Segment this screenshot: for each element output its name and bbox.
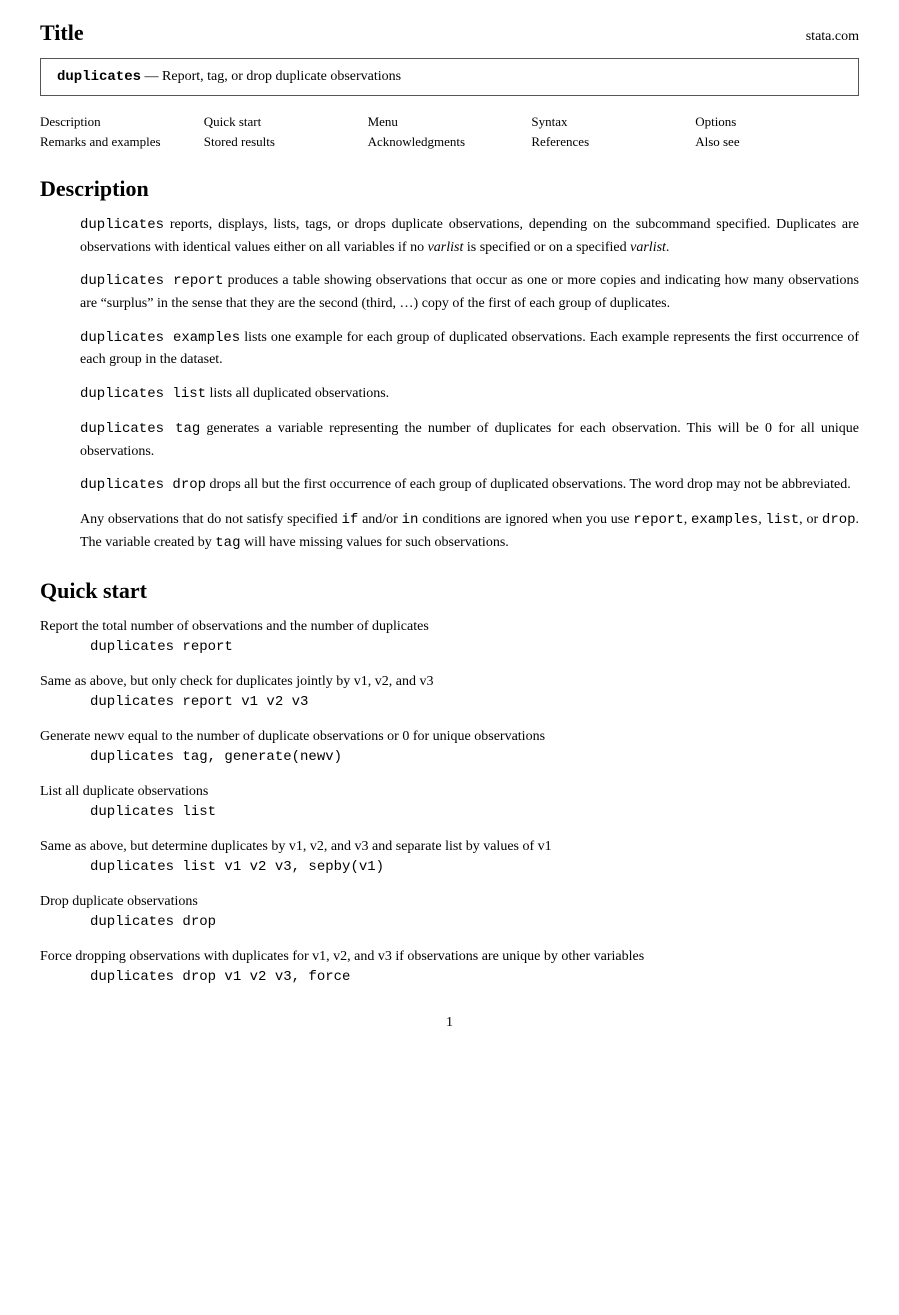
command-box: duplicates — Report, tag, or drop duplic… [40, 58, 859, 96]
cmd-in: in [402, 512, 419, 528]
qs-desc-4: List all duplicate observations [40, 784, 208, 799]
qs-desc-7: Force dropping observations with duplica… [40, 949, 644, 964]
nav-also-see[interactable]: Also see [695, 134, 739, 149]
qs-desc-2: Same as above, but only check for duplic… [40, 674, 433, 689]
nav-options[interactable]: Options [695, 114, 736, 129]
qs-desc-3: Generate newv equal to the number of dup… [40, 729, 545, 744]
cmd-duplicates-tag: duplicates tag [80, 421, 200, 437]
page-header: Title stata.com [40, 20, 859, 46]
varlist-1: varlist [428, 240, 464, 255]
page-title: Title [40, 20, 84, 46]
command-dash: — [145, 69, 163, 84]
qs-desc-1: Report the total number of observations … [40, 619, 429, 634]
description-heading: Description [40, 176, 859, 202]
nav-remarks[interactable]: Remarks and examples [40, 134, 161, 149]
cmd-examples: examples [691, 512, 758, 528]
qs-code-5: duplicates list v1 v2 v3, sepby(v1) [90, 859, 859, 875]
brand: stata.com [806, 29, 859, 45]
qs-code-1: duplicates report [90, 639, 859, 655]
cmd-report: report [633, 512, 683, 528]
nav-table: Description Quick start Menu Syntax Opti… [40, 112, 859, 152]
page-number: 1 [40, 1015, 859, 1031]
qs-code-6: duplicates drop [90, 914, 859, 930]
qs-code-3: duplicates tag, generate(newv) [90, 749, 859, 765]
nav-syntax[interactable]: Syntax [531, 114, 567, 129]
qs-item-6: Drop duplicate observations duplicates d… [40, 891, 859, 930]
desc-para-6: duplicates drop drops all but the first … [80, 474, 859, 497]
qs-desc-6: Drop duplicate observations [40, 894, 198, 909]
qs-code-4: duplicates list [90, 804, 859, 820]
cmd-duplicates-1: duplicates [80, 217, 164, 233]
quickstart-heading: Quick start [40, 578, 859, 604]
varlist-2: varlist [630, 240, 666, 255]
cmd-drop: drop [822, 512, 856, 528]
nav-references[interactable]: References [531, 134, 589, 149]
cmd-duplicates-examples: duplicates examples [80, 330, 240, 346]
cmd-tag: tag [215, 535, 240, 551]
command-name: duplicates [57, 69, 141, 85]
cmd-duplicates-list: duplicates list [80, 386, 206, 402]
qs-desc-5: Same as above, but determine duplicates … [40, 839, 552, 854]
desc-para-3: duplicates examples lists one example fo… [80, 327, 859, 371]
cmd-if: if [341, 512, 358, 528]
qs-item-7: Force dropping observations with duplica… [40, 946, 859, 985]
desc-para-4: duplicates list lists all duplicated obs… [80, 383, 859, 406]
command-description: Report, tag, or drop duplicate observati… [162, 69, 401, 84]
nav-stored-results[interactable]: Stored results [204, 134, 275, 149]
desc-para-2: duplicates report produces a table showi… [80, 270, 859, 314]
cmd-duplicates-report: duplicates report [80, 273, 224, 289]
nav-menu[interactable]: Menu [368, 114, 398, 129]
qs-code-7: duplicates drop v1 v2 v3, force [90, 969, 859, 985]
nav-quickstart[interactable]: Quick start [204, 114, 261, 129]
qs-code-2: duplicates report v1 v2 v3 [90, 694, 859, 710]
desc-para-5: duplicates tag generates a variable repr… [80, 418, 859, 462]
qs-item-3: Generate newv equal to the number of dup… [40, 726, 859, 765]
nav-description[interactable]: Description [40, 114, 101, 129]
cmd-list: list [766, 512, 800, 528]
nav-acknowledgments[interactable]: Acknowledgments [368, 134, 465, 149]
qs-item-5: Same as above, but determine duplicates … [40, 836, 859, 875]
desc-para-7: Any observations that do not satisfy spe… [80, 509, 859, 554]
cmd-duplicates-drop: duplicates drop [80, 477, 206, 493]
qs-item-2: Same as above, but only check for duplic… [40, 671, 859, 710]
desc-para-1: duplicates reports, displays, lists, tag… [80, 214, 859, 258]
qs-item-4: List all duplicate observations duplicat… [40, 781, 859, 820]
qs-item-1: Report the total number of observations … [40, 616, 859, 655]
